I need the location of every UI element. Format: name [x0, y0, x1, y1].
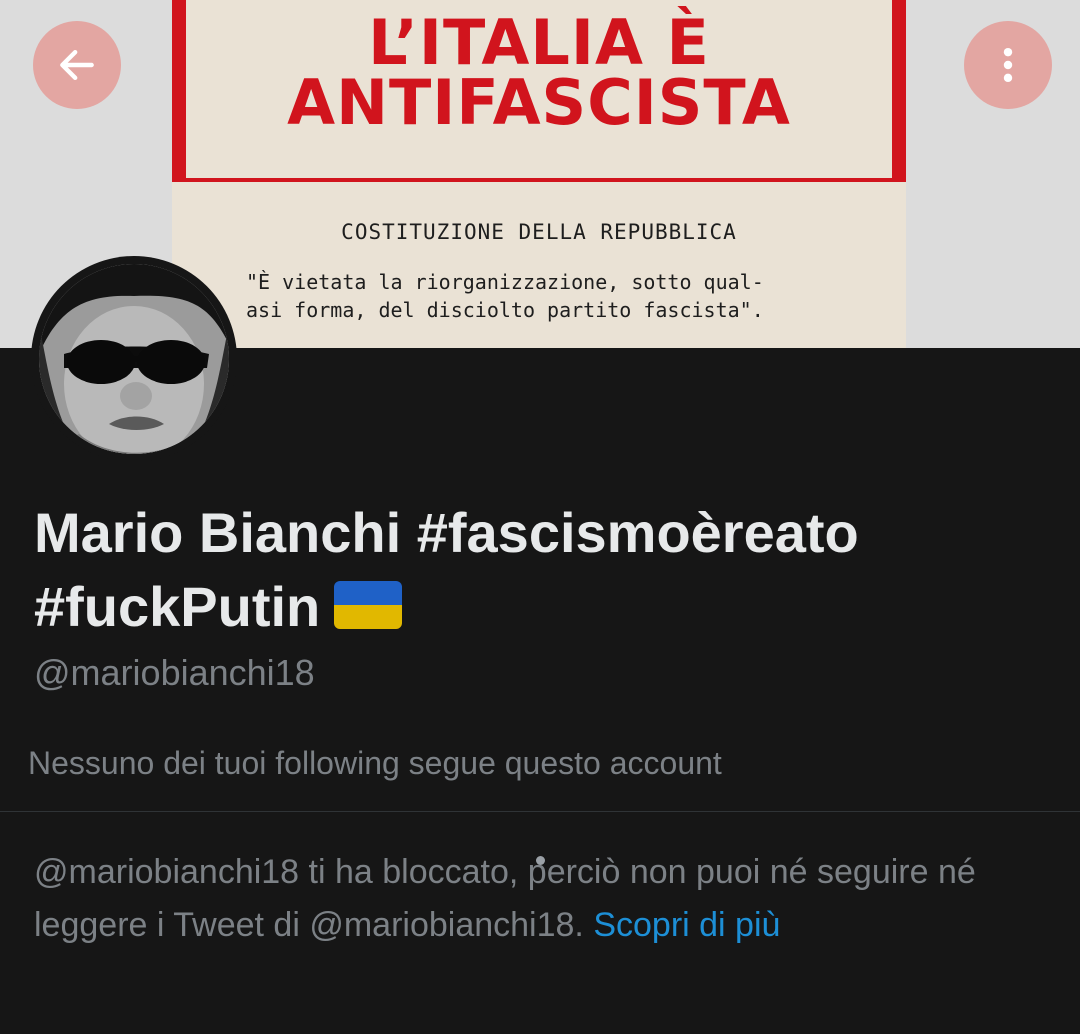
profile-handle: @mariobianchi18 [34, 652, 315, 693]
banner-poster-image: L’ITALIA È ANTIFASCISTA COSTITUZIONE DEL… [172, 0, 906, 348]
poster-quote: "È vietata la riorganizzazione, sotto qu… [246, 268, 886, 324]
poster-subtitle: COSTITUZIONE DELLA REPUBBLICA [341, 220, 737, 244]
profile-page: L’ITALIA È ANTIFASCISTA COSTITUZIONE DEL… [0, 0, 1080, 1034]
back-button[interactable] [33, 21, 121, 109]
more-options-button[interactable] [964, 21, 1052, 109]
followers-you-know-note: Nessuno dei tuoi following segue questo … [28, 745, 722, 781]
more-vertical-icon [1003, 47, 1013, 83]
avatar-image [39, 264, 229, 454]
poster-title-line2: ANTIFASCISTA [287, 66, 791, 139]
blocked-notice: @mariobianchi18 ti ha bloccato, perciò n… [34, 846, 1034, 952]
learn-more-link[interactable]: Scopri di più [593, 906, 780, 944]
blocked-notice-text: @mariobianchi18 ti ha bloccato, perciò n… [34, 853, 976, 944]
touch-indicator [536, 856, 545, 865]
display-name-text: Mario Bianchi #fascismoèreato #fuckPutin [34, 501, 859, 638]
profile-avatar[interactable] [31, 256, 237, 462]
poster-quote-line2: asi forma, del disciolto partito fascist… [246, 298, 764, 322]
divider [0, 811, 1080, 812]
arrow-left-icon [60, 49, 94, 81]
ukraine-flag-icon [334, 581, 403, 630]
profile-display-name: Mario Bianchi #fascismoèreato #fuckPutin [34, 496, 1054, 644]
poster-quote-line1: "È vietata la riorganizzazione, sotto qu… [246, 270, 764, 294]
